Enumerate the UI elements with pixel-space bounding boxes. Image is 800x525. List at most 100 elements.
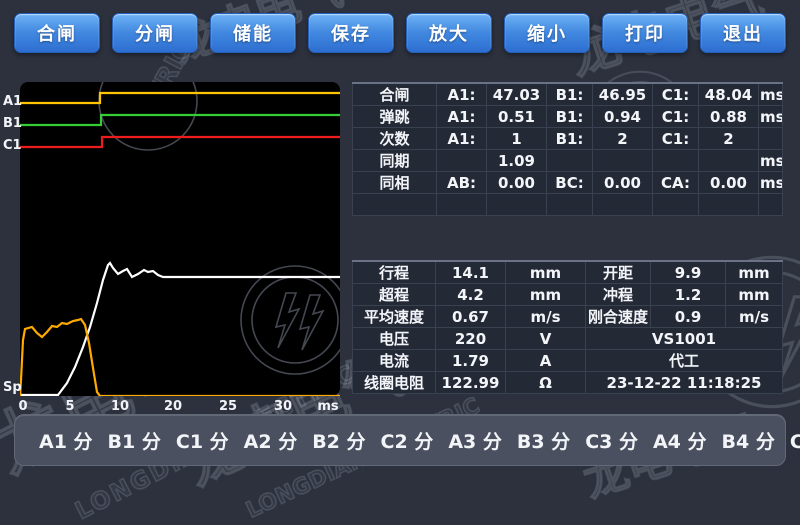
close-time-table: 合闸A1:47.03B1:46.95C1:48.04ms弹跳A1:0.51B1:…: [352, 82, 783, 216]
print-button[interactable]: 打印: [602, 13, 688, 53]
table-cell-merged: VS1001: [586, 328, 783, 350]
phase-state-item: A1 分: [39, 427, 93, 454]
table-cell: 0.94: [593, 106, 653, 128]
phase-state-item: C4 分: [790, 427, 800, 454]
table-cell: 9.9: [651, 261, 726, 284]
waveform-svg: [20, 82, 340, 396]
table-cell: 弹跳: [353, 106, 437, 128]
zoom-out-button[interactable]: 缩小: [504, 13, 590, 53]
table-cell: [699, 194, 759, 216]
table-cell: 0.9: [651, 306, 726, 328]
table-cell: [547, 150, 593, 172]
phase-label-B1: B1: [3, 116, 22, 131]
x-tick-label: 10: [111, 399, 129, 414]
table-cell: C1:: [653, 106, 699, 128]
table-cell: 合闸: [353, 83, 437, 106]
series-contact-A1: [20, 93, 340, 103]
x-axis: 0510202530ms: [20, 399, 340, 415]
table-cell: C1:: [653, 83, 699, 106]
series-travel: [20, 263, 340, 395]
table-cell: [759, 194, 783, 216]
table-row: 线圈电阻122.99Ω23-12-22 11:18:25: [353, 372, 783, 394]
store-energy-button[interactable]: 储能: [210, 13, 296, 53]
table-cell-merged: 23-12-22 11:18:25: [586, 372, 783, 394]
x-tick-label: 20: [164, 399, 182, 414]
table-cell: [759, 128, 783, 150]
table-cell: 超程: [353, 284, 436, 306]
x-tick-label: 0: [18, 399, 27, 414]
table-cell: ms: [759, 106, 783, 128]
table-cell: 次数: [353, 128, 437, 150]
table-cell: 47.03: [487, 83, 547, 106]
table-cell-merged: 代工: [586, 350, 783, 372]
table-cell: B1:: [547, 83, 593, 106]
table-cell: [437, 194, 487, 216]
table-cell: 开距: [586, 261, 651, 284]
phase-state-list: A1 分B1 分C1 分A2 分B2 分C2 分A3 分B3 分C3 分A4 分…: [39, 427, 800, 454]
table-cell: 同相: [353, 172, 437, 194]
table-cell: 1.2: [651, 284, 726, 306]
table-cell: 2: [593, 128, 653, 150]
table-cell: A: [506, 350, 586, 372]
waveform-plot: [20, 82, 340, 396]
table-cell: [547, 194, 593, 216]
table-cell: ms: [759, 172, 783, 194]
exit-button[interactable]: 退出: [700, 13, 786, 53]
table-cell: 0.00: [593, 172, 653, 194]
phase-label-C1: C1: [3, 138, 22, 153]
table-cell: 46.95: [593, 83, 653, 106]
table-row: 同相AB:0.00BC:0.00CA:0.00ms: [353, 172, 783, 194]
table-cell: mm: [506, 261, 586, 284]
x-tick-label: ms: [317, 399, 338, 414]
table-cell: BC:: [547, 172, 593, 194]
phase-state-item: C3 分: [585, 427, 638, 454]
table-cell: 线圈电阻: [353, 372, 436, 394]
table-row: 电压220VVS1001: [353, 328, 783, 350]
phase-label-A1: A1: [3, 94, 22, 109]
status-bar: A1 分B1 分C1 分A2 分B2 分C2 分A3 分B3 分C3 分A4 分…: [14, 414, 786, 466]
table-row: 行程14.1mm开距9.9mm: [353, 261, 783, 284]
table-cell: [593, 150, 653, 172]
x-tick-label: 5: [65, 399, 74, 414]
table-cell: 电流: [353, 350, 436, 372]
close-button[interactable]: 合闸: [14, 13, 100, 53]
phase-state-item: A3 分: [448, 427, 502, 454]
table-cell: B1:: [547, 128, 593, 150]
table-cell: AB:: [437, 172, 487, 194]
table-cell: 14.1: [436, 261, 506, 284]
table-cell: 1.09: [487, 150, 547, 172]
table-row: 同期1.09ms: [353, 150, 783, 172]
save-button[interactable]: 保存: [308, 13, 394, 53]
open-button[interactable]: 分闸: [112, 13, 198, 53]
table-cell: 行程: [353, 261, 436, 284]
table-cell: A1:: [437, 106, 487, 128]
table-cell: CA:: [653, 172, 699, 194]
table-cell: 2: [699, 128, 759, 150]
x-tick-label: 30: [274, 399, 292, 414]
table-cell: [653, 150, 699, 172]
table-cell: 刚合速度: [586, 306, 651, 328]
table-cell: 4.2: [436, 284, 506, 306]
table-cell: B1:: [547, 106, 593, 128]
table-cell: [699, 150, 759, 172]
table-cell: 220: [436, 328, 506, 350]
table-cell: 122.99: [436, 372, 506, 394]
brand-logo-watermark-icon: [99, 82, 340, 374]
table-cell: [487, 194, 547, 216]
table-cell: [437, 150, 487, 172]
table-cell: mm: [726, 284, 783, 306]
table-cell: [653, 194, 699, 216]
table-row: 电流1.79A代工: [353, 350, 783, 372]
zoom-in-button[interactable]: 放大: [406, 13, 492, 53]
table-row: 次数A1:1B1:2C1:2: [353, 128, 783, 150]
phase-state-item: B3 分: [517, 427, 570, 454]
device-screen: 龙电电气 LONGDIAN ELECTRIC 龙电电气 LONGDIAN ELE…: [0, 0, 800, 480]
series-contact-B1: [20, 115, 340, 125]
series-speed: [20, 319, 340, 396]
table-row: 超程4.2mm冲程1.2mm: [353, 284, 783, 306]
table-cell: ms: [759, 150, 783, 172]
table-row: 合闸A1:47.03B1:46.95C1:48.04ms: [353, 83, 783, 106]
table-cell: [593, 194, 653, 216]
phase-state-item: C1 分: [176, 427, 229, 454]
table-cell: A1:: [437, 83, 487, 106]
